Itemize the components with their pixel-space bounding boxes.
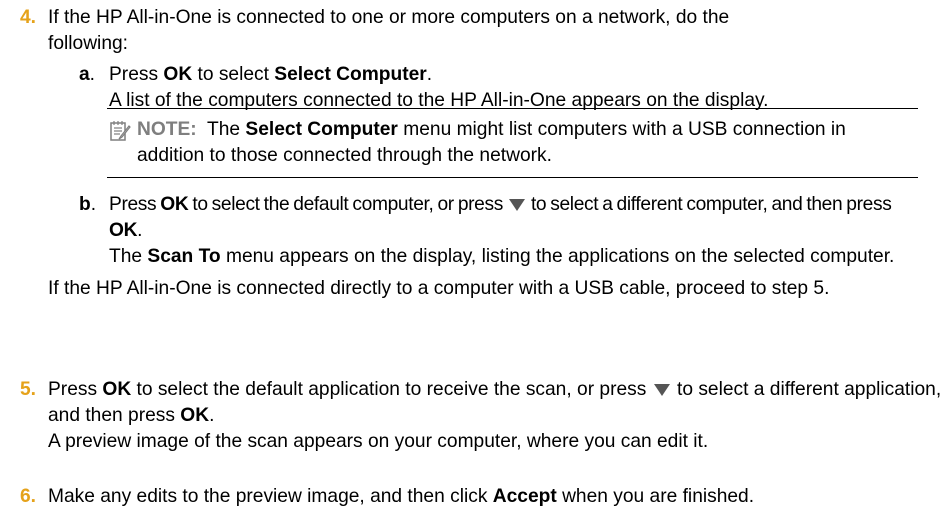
step-number: 4. [20,7,37,28]
step-6-text: Make any edits to the preview image, and… [48,486,755,507]
step-4-intro: If the HP All-in-One is connected to one… [48,7,730,54]
note-box: NOTE: The Select Computer menu might lis… [107,108,918,178]
substep-a: a. Press OK to select Select Computer. A… [79,62,940,114]
down-arrow-icon [653,383,670,396]
substep-a-line1: Press OK to select Select Computer. [109,64,433,85]
substep-b: b. Press OK to select the default comput… [79,192,940,270]
step-4: 4. If the HP All-in-One is connected to … [20,5,940,114]
down-arrow-icon [508,198,525,211]
note-icon [109,120,131,142]
substep-b-line2: The Scan To menu appears on the display,… [109,246,895,267]
step-number: 6. [20,486,37,507]
note-text: NOTE: The Select Computer menu might lis… [137,119,846,166]
step-5: 5. Press OK to select the default applic… [20,377,941,455]
document-page: 4. If the HP All-in-One is connected to … [0,0,946,520]
step-5-line1: Press OK to select the default applicati… [48,379,942,426]
substep-letter: b. [79,194,97,215]
step-5-line2: A preview image of the scan appears on y… [48,431,709,452]
substep-b-line1: Press OK to select the default computer,… [109,194,892,241]
usb-instruction: If the HP All-in-One is connected direct… [48,278,830,299]
step-6: 6. Make any edits to the preview image, … [20,484,940,510]
substep-b-container: b. Press OK to select the default comput… [20,192,940,302]
substep-letter: a. [79,64,96,85]
step-number: 5. [20,379,37,400]
